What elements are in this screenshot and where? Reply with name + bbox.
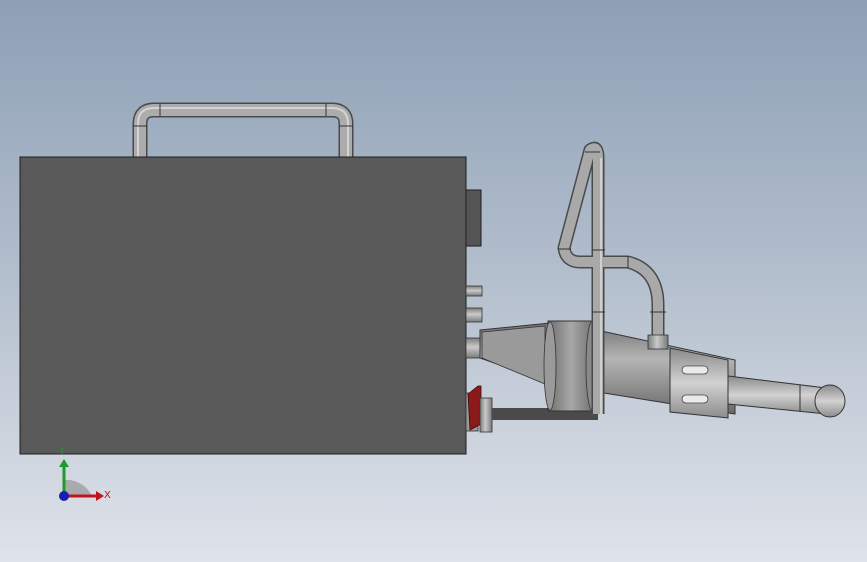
model-drawing[interactable]: X Y — [0, 0, 867, 562]
red-valve — [465, 385, 493, 433]
barrel-collar — [543, 320, 599, 412]
main-housing — [19, 156, 467, 455]
nozzle-tip — [727, 375, 846, 418]
nozzle — [669, 347, 729, 419]
z-axis-dot — [59, 491, 69, 501]
cad-viewport[interactable]: X Y — [0, 0, 867, 562]
carry-handle — [132, 102, 354, 157]
y-axis-label: Y — [58, 446, 66, 457]
x-axis-label: X — [104, 490, 111, 501]
